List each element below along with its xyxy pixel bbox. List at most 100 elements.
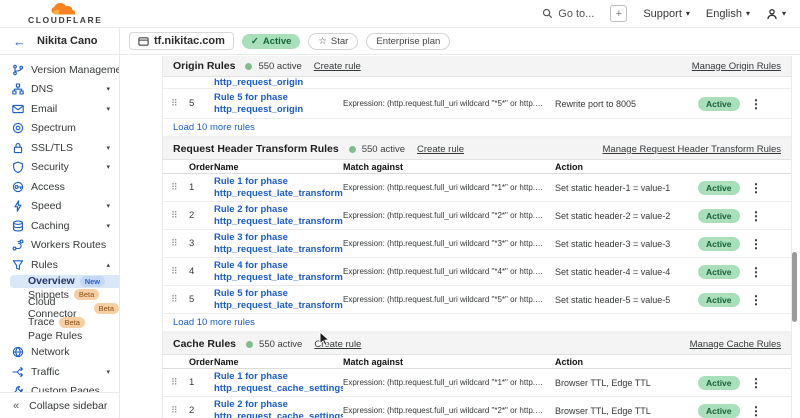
drag-handle-icon[interactable]: ⠿	[171, 378, 189, 387]
collapse-sidebar-button[interactable]: « Collapse sidebar	[0, 392, 120, 418]
load-more-row: Load 10 more rules	[163, 314, 791, 331]
chevron-down-icon: ▾	[686, 9, 690, 18]
rule-action: Set static header-2 = value-2	[555, 211, 698, 221]
support-menu[interactable]: Support ▾	[643, 8, 690, 20]
scrollbar-thumb[interactable]	[792, 252, 797, 322]
rule-order: 1	[189, 182, 214, 193]
sidebar-item-dns[interactable]: DNS▾	[0, 80, 119, 100]
table-row: ⠿5Rule 5 for phasehttp_request_originExp…	[163, 89, 791, 119]
table-row: ⠿1Rule 1 for phasehttp_request_cache_set…	[163, 369, 791, 397]
sidebar-item-label: Email	[31, 103, 57, 115]
chevron-up-icon: ▴	[106, 261, 110, 269]
new-badge: New	[80, 276, 105, 287]
kebab-menu-icon[interactable]: ⋮	[746, 293, 762, 307]
top-nav: CLOUDFLARE Go to... + Support ▾ English …	[0, 0, 800, 28]
drag-handle-icon[interactable]: ⠿	[171, 406, 189, 415]
zone-selector[interactable]: tf.nikitac.com	[129, 32, 234, 50]
column-action: Action	[555, 162, 698, 172]
drag-handle-icon[interactable]: ⠿	[171, 267, 189, 276]
kebab-menu-icon[interactable]: ⋮	[746, 97, 762, 111]
manage-rules-link[interactable]: Manage Request Header Transform Rules	[603, 144, 781, 155]
kebab-menu-icon[interactable]: ⋮	[746, 376, 762, 390]
zone-domain: tf.nikitac.com	[154, 35, 225, 47]
website-icon	[138, 36, 149, 47]
status-badge: Active	[698, 237, 740, 251]
add-button[interactable]: +	[610, 5, 627, 22]
sidebar-item-network[interactable]: Network	[0, 342, 119, 362]
lock-icon	[12, 142, 24, 154]
table-row: ⠿1Rule 1 for phasehttp_request_late_tran…	[163, 174, 791, 202]
drag-handle-icon[interactable]: ⠿	[171, 239, 189, 248]
column-match-against: Match against	[343, 162, 555, 172]
sidebar-item-label: Traffic	[31, 366, 60, 378]
load-more-link[interactable]: Load 10 more rules	[173, 317, 255, 328]
chevron-down-icon: ▾	[746, 9, 750, 18]
rule-name-link[interactable]: Rule 2 for phasehttp_request_cache_setti…	[214, 399, 343, 418]
sidebar-item-workers-routes[interactable]: Workers Routes	[0, 236, 119, 256]
load-more-link[interactable]: Load 10 more rules	[173, 122, 255, 133]
rule-name-link[interactable]: Rule 3 for phasehttp_request_late_transf…	[214, 232, 343, 255]
shield-icon	[12, 161, 24, 173]
sidebar-item-email[interactable]: Email▾	[0, 99, 119, 119]
sidebar-item-label: Rules	[31, 259, 58, 271]
create-rule-link[interactable]: Create rule	[417, 144, 464, 155]
rule-name-link[interactable]: Rule 2 for phasehttp_request_late_transf…	[214, 204, 343, 227]
sidebar-item-access[interactable]: Access	[0, 177, 119, 197]
sidebar-item-page-rules[interactable]: Page Rules	[10, 329, 119, 343]
drag-handle-icon[interactable]: ⠿	[171, 211, 189, 220]
drag-handle-icon[interactable]: ⠿	[171, 295, 189, 304]
sidebar-item-spectrum[interactable]: Spectrum	[0, 119, 119, 139]
column-header-row: OrderNameMatch againstAction	[163, 160, 791, 174]
kebab-menu-icon[interactable]: ⋮	[746, 404, 762, 418]
sidebar-item-speed[interactable]: Speed▾	[0, 197, 119, 217]
status-badge: Active	[698, 376, 740, 390]
kebab-menu-icon[interactable]: ⋮	[746, 181, 762, 195]
support-label: Support	[643, 8, 682, 20]
sidebar-item-trace[interactable]: TraceBeta	[10, 315, 119, 329]
column-action: Action	[555, 357, 698, 367]
status-badge: Active	[698, 265, 740, 279]
manage-rules-link[interactable]: Manage Cache Rules	[690, 339, 781, 350]
rule-name-link[interactable]: Rule 5 for phasehttp_request_late_transf…	[214, 288, 343, 311]
rule-name-link[interactable]: Rule 4 for phasehttp_request_late_transf…	[214, 260, 343, 283]
create-rule-link[interactable]: Create rule	[314, 339, 361, 350]
drag-handle-icon[interactable]: ⠿	[171, 183, 189, 192]
cloudflare-logo[interactable]: CLOUDFLARE	[28, 3, 103, 25]
sidebar-item-ssl-tls[interactable]: SSL/TLS▾	[0, 138, 119, 158]
kebab-menu-icon[interactable]: ⋮	[746, 265, 762, 279]
manage-rules-link[interactable]: Manage Origin Rules	[692, 61, 781, 72]
chevron-down-icon: ▾	[782, 9, 786, 18]
account-menu[interactable]: ▾	[766, 8, 786, 20]
active-status-dot	[245, 63, 252, 70]
star-button[interactable]: ☆ Star	[308, 33, 358, 50]
column-order: Order	[189, 357, 214, 367]
sidebar-item-version-management[interactable]: Version Management	[0, 60, 119, 80]
sidebar-item-security[interactable]: Security▾	[0, 158, 119, 178]
zone-bar: ← Nikita Cano tf.nikitac.com ✓ Active ☆ …	[0, 28, 800, 55]
section-header-origin-rules: Origin Rules550 activeCreate ruleManage …	[163, 56, 791, 77]
kebab-menu-icon[interactable]: ⋮	[746, 237, 762, 251]
sidebar-item-cloud-connector[interactable]: Cloud ConnectorBeta	[10, 302, 119, 316]
star-icon: ☆	[318, 36, 327, 47]
rule-name-link[interactable]: Rule 1 for phasehttp_request_late_transf…	[214, 176, 343, 199]
sidebar-item-overview[interactable]: OverviewNew	[10, 275, 119, 289]
user-icon	[766, 8, 778, 20]
goto-search[interactable]: Go to...	[542, 8, 594, 20]
sidebar-item-caching[interactable]: Caching▾	[0, 216, 119, 236]
sidebar-item-rules[interactable]: Rules ▴	[0, 255, 119, 275]
drag-handle-icon[interactable]: ⠿	[171, 99, 189, 108]
section-request-header-transform-rules: Request Header Transform Rules550 active…	[163, 139, 791, 331]
kebab-menu-icon[interactable]: ⋮	[746, 209, 762, 223]
language-menu[interactable]: English ▾	[706, 8, 750, 20]
rule-expression: Expression: (http.request.full_uri wildc…	[343, 211, 555, 220]
collapse-label: Collapse sidebar	[29, 400, 107, 412]
back-arrow-icon[interactable]: ←	[13, 34, 26, 49]
section-header-request-header-transform-rules: Request Header Transform Rules550 active…	[163, 139, 791, 160]
rule-name-link[interactable]: Rule 5 for phasehttp_request_origin	[214, 92, 343, 115]
rule-name-link[interactable]: http_request_origin	[214, 77, 303, 89]
sidebar-item-traffic[interactable]: Traffic▾	[0, 362, 119, 382]
create-rule-link[interactable]: Create rule	[314, 61, 361, 72]
table-row: ⠿2Rule 2 for phasehttp_request_late_tran…	[163, 202, 791, 230]
rule-name-link[interactable]: Rule 1 for phasehttp_request_cache_setti…	[214, 371, 343, 394]
sidebar-item-label: Access	[31, 181, 65, 193]
